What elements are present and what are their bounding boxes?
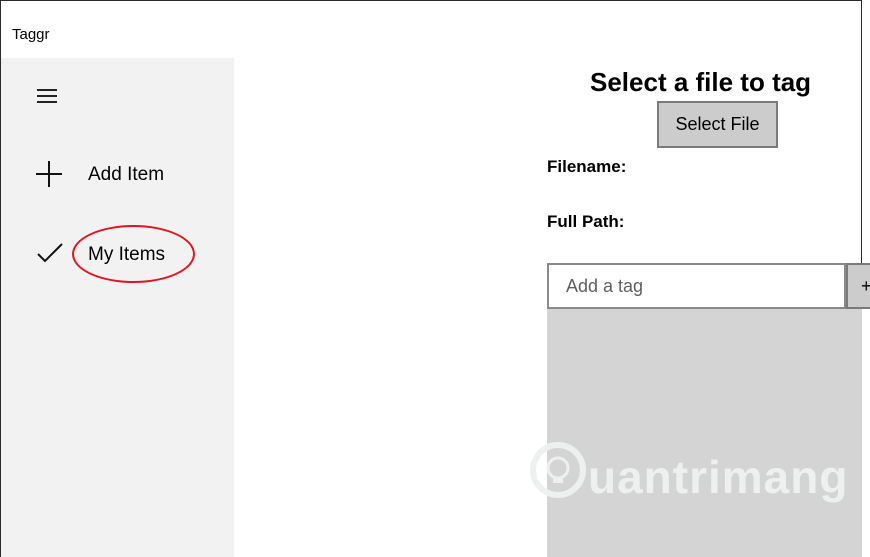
sidebar [1, 58, 234, 557]
plus-icon [36, 161, 62, 187]
select-file-button[interactable]: Select File [657, 101, 778, 148]
app-window: Taggr Add Item My Items Select a file to… [0, 0, 870, 557]
app-title: Taggr [12, 26, 50, 43]
full-path-label: Full Path: [547, 212, 625, 231]
sidebar-item-add-item[interactable]: Add Item [1, 150, 234, 200]
watermark: uantrimang [530, 430, 860, 510]
hamburger-icon[interactable] [37, 89, 57, 103]
sidebar-item-label: Add Item [88, 164, 165, 185]
tag-input[interactable]: Add a tag [547, 263, 846, 309]
highlight-annotation [72, 225, 195, 283]
add-tag-button[interactable]: + [846, 263, 870, 309]
filename-label: Filename: [547, 157, 627, 176]
page-title: Select a file to tag [590, 67, 812, 97]
lightbulb-icon [530, 442, 586, 498]
title-bar [1, 1, 861, 58]
watermark-text: uantrimang [588, 451, 849, 503]
check-icon [37, 243, 63, 263]
